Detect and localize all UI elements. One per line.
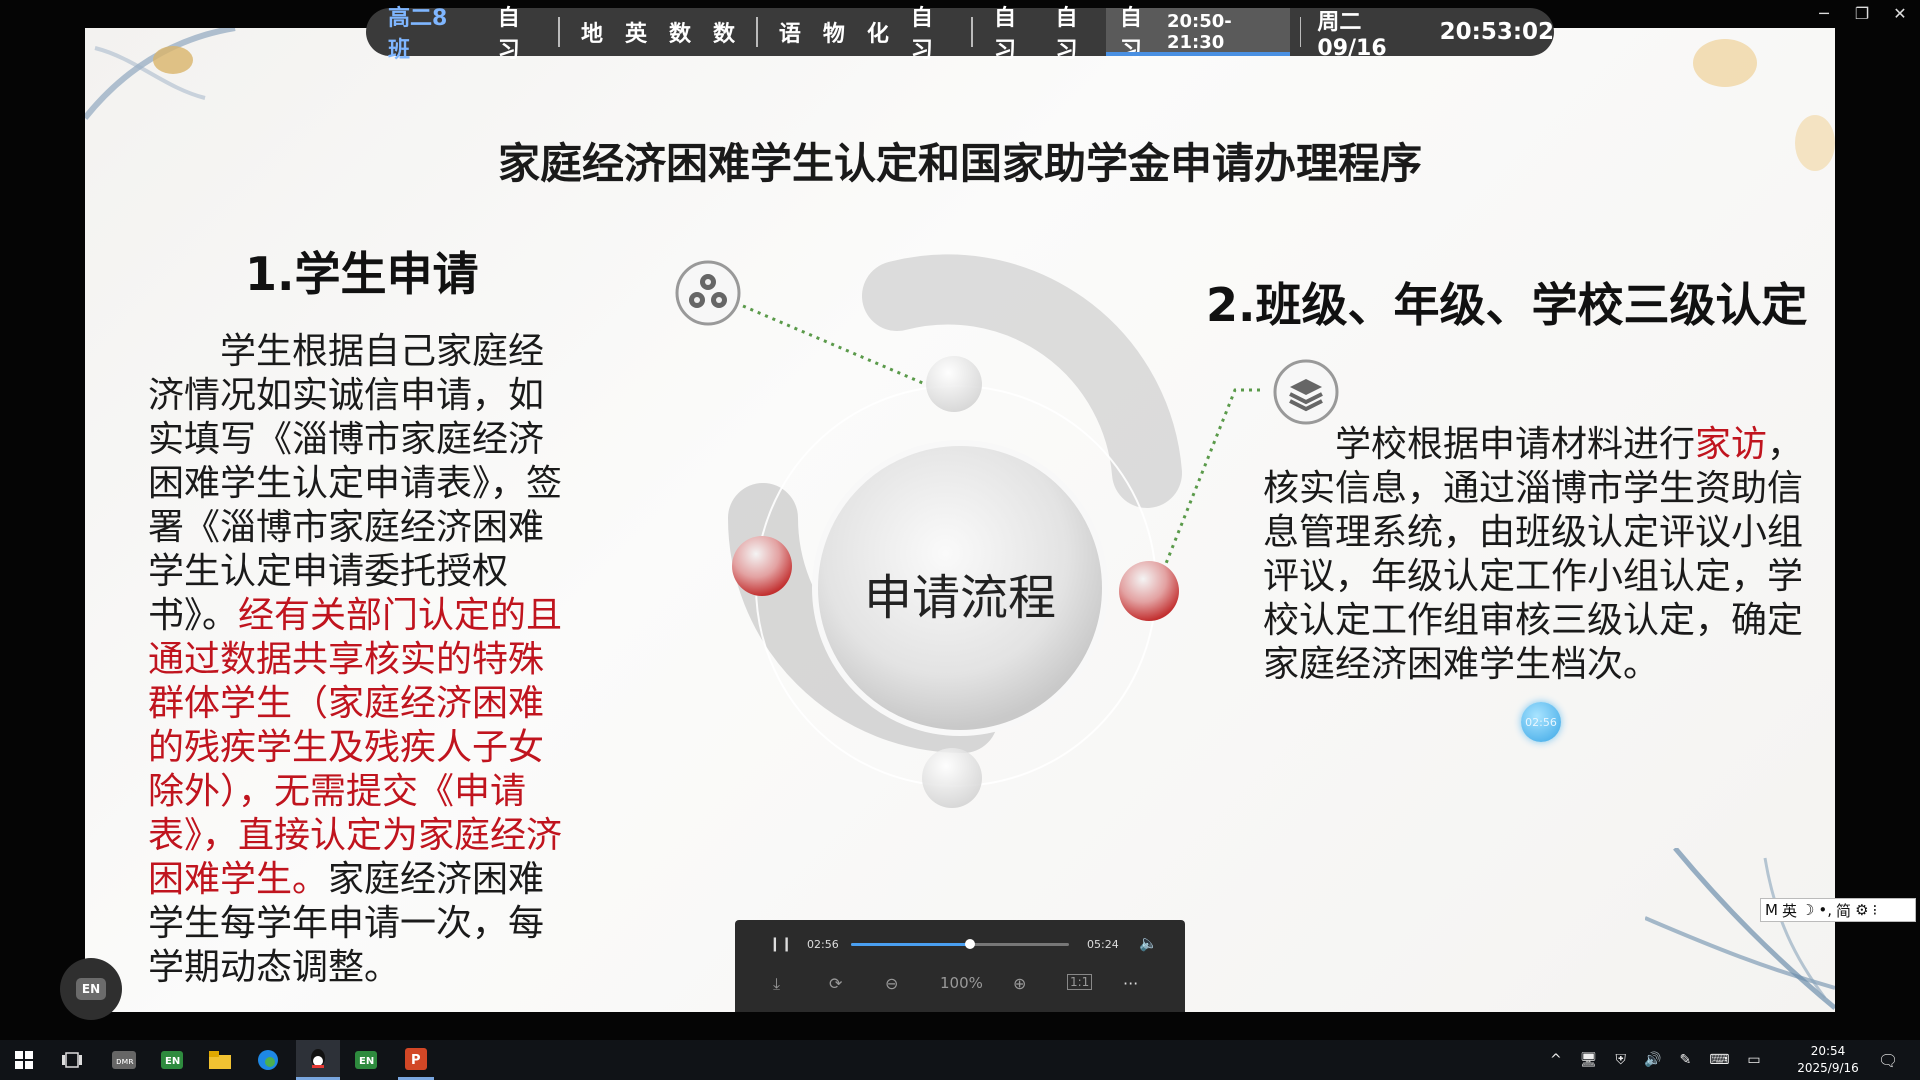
class-name: 高二8班 bbox=[388, 6, 448, 63]
powerpoint-icon[interactable]: P bbox=[398, 1040, 434, 1080]
window-controls: ─ ❐ ✕ bbox=[1812, 4, 1912, 23]
schedule-item: 化 bbox=[866, 22, 889, 47]
rotate-icon[interactable]: ⟳ bbox=[829, 974, 842, 993]
total-time: 05:24 bbox=[1087, 938, 1119, 951]
current-period-time: 20:50-21:30 bbox=[1167, 11, 1232, 53]
schedule-item: 物 bbox=[822, 22, 845, 47]
divider bbox=[971, 17, 974, 47]
taskbar-time: 20:54 bbox=[1810, 1044, 1846, 1058]
floating-time-bubble[interactable]: 02:56 bbox=[1521, 702, 1561, 742]
zoom-out-icon[interactable]: ⊖ bbox=[885, 974, 898, 993]
current-period-progress bbox=[1105, 52, 1290, 56]
more-icon[interactable]: ⁝ bbox=[1873, 901, 1878, 919]
process-diagram bbox=[728, 254, 1260, 808]
edge-icon[interactable] bbox=[252, 1040, 284, 1080]
taskbar-date: 2025/9/16 bbox=[1797, 1061, 1859, 1075]
en-app-icon[interactable]: EN bbox=[156, 1040, 188, 1080]
class-schedule-bar: 高二8班 自习 地 英 数 数 语 物 化 自习 自习 自习 自习 20:50-… bbox=[366, 6, 1555, 63]
schedule-item: 自习 bbox=[497, 6, 520, 63]
ime-script[interactable]: 简 bbox=[1836, 900, 1851, 921]
ime-toolbar: M 英 ☽ •, 简 ⚙ ⁝ bbox=[1760, 898, 1916, 922]
schedule-item: 自习 bbox=[994, 6, 1017, 63]
progress-fill bbox=[851, 943, 970, 946]
notification-icon[interactable]: 🗨 bbox=[1878, 1040, 1898, 1080]
schedule-item: 地 bbox=[580, 22, 603, 47]
svg-text:EN: EN bbox=[359, 1056, 374, 1067]
schedule-item: 语 bbox=[778, 22, 801, 47]
pause-button[interactable]: ❙❙ bbox=[769, 936, 792, 952]
ime-lang[interactable]: 英 bbox=[1782, 900, 1797, 921]
system-tray: ^ 🖥 ⛨ 🔊 ✎ ⌨ ▭ bbox=[1550, 1040, 1761, 1080]
slide: 家庭经济困难学生认定和国家助学金申请办理程序 1.学生申请 学生根据自己家庭经济… bbox=[85, 28, 1835, 1012]
task-view-icon[interactable] bbox=[56, 1040, 88, 1080]
schedule-item: 自习 bbox=[1055, 6, 1078, 63]
minimize-button[interactable]: ─ bbox=[1812, 4, 1836, 23]
network-icon[interactable]: 🖥 bbox=[1580, 1052, 1598, 1068]
video-controls: ❙❙ 02:56 05:24 🔈 ⤓ ⟳ ⊖ 100% ⊕ 1:1 ··· bbox=[735, 920, 1185, 1012]
file-explorer-icon[interactable] bbox=[204, 1040, 236, 1080]
restore-button[interactable]: ❐ bbox=[1850, 4, 1874, 23]
current-period: 自习 20:50-21:30 bbox=[1105, 6, 1290, 63]
download-icon[interactable]: ⤓ bbox=[773, 974, 780, 994]
close-button[interactable]: ✕ bbox=[1888, 4, 1912, 23]
pen-icon[interactable]: ✎ bbox=[1679, 1052, 1691, 1068]
qq-icon[interactable] bbox=[296, 1040, 340, 1080]
schedule-date: 周二 09/16 bbox=[1317, 9, 1387, 61]
schedule-item: 数 bbox=[713, 22, 736, 47]
volume-icon[interactable]: 🔊 bbox=[1644, 1052, 1661, 1068]
en-app-icon-2[interactable]: EN bbox=[350, 1040, 382, 1080]
moon-icon[interactable]: ☽ bbox=[1801, 901, 1814, 919]
ime-mode[interactable]: M bbox=[1765, 901, 1778, 919]
taskbar: ᴅᴍʀ EN EN P ^ 🖥 ⛨ 🔊 ✎ ⌨ ▭ 20:54 2025/9/1… bbox=[0, 1040, 1920, 1080]
schedule-item: 数 bbox=[668, 22, 691, 47]
display-icon[interactable]: ▭ bbox=[1747, 1052, 1760, 1068]
zoom-in-icon[interactable]: ⊕ bbox=[1013, 974, 1026, 993]
volume-icon[interactable]: 🔈 bbox=[1139, 934, 1158, 952]
group-icon bbox=[675, 260, 741, 326]
zoom-level: 100% bbox=[940, 974, 983, 992]
progress-bar[interactable] bbox=[851, 939, 1069, 949]
svg-text:EN: EN bbox=[165, 1056, 180, 1067]
en-icon: EN bbox=[76, 978, 106, 1000]
security-icon[interactable]: ⛨ bbox=[1616, 1052, 1627, 1068]
chevron-up-icon[interactable]: ^ bbox=[1550, 1052, 1562, 1068]
divider bbox=[1299, 17, 1302, 47]
center-label: 申请流程 bbox=[863, 570, 1056, 626]
schedule-item: 英 bbox=[624, 22, 647, 47]
svg-text:P: P bbox=[411, 1053, 421, 1068]
current-time: 02:56 bbox=[807, 938, 839, 951]
floating-en-button[interactable]: EN bbox=[60, 958, 122, 1020]
start-icon[interactable] bbox=[8, 1040, 40, 1080]
keyboard-icon[interactable]: ⌨ bbox=[1709, 1052, 1729, 1068]
layers-icon bbox=[1273, 359, 1339, 425]
progress-knob[interactable] bbox=[964, 939, 975, 949]
punctuation-icon[interactable]: •, bbox=[1818, 901, 1832, 919]
gear-icon[interactable]: ⚙ bbox=[1855, 901, 1868, 919]
divider bbox=[558, 17, 560, 47]
more-button[interactable]: ··· bbox=[1123, 974, 1138, 993]
schedule-clock: 20:53:02 bbox=[1439, 19, 1555, 45]
app-icon[interactable]: ᴅᴍʀ bbox=[108, 1040, 140, 1080]
actual-size-button[interactable]: 1:1 bbox=[1067, 974, 1093, 990]
schedule-item: 自习 bbox=[910, 6, 933, 63]
svg-text:ᴅᴍʀ: ᴅᴍʀ bbox=[116, 1057, 134, 1067]
taskbar-clock[interactable]: 20:54 2025/9/16 bbox=[1790, 1043, 1866, 1077]
divider bbox=[756, 17, 758, 47]
